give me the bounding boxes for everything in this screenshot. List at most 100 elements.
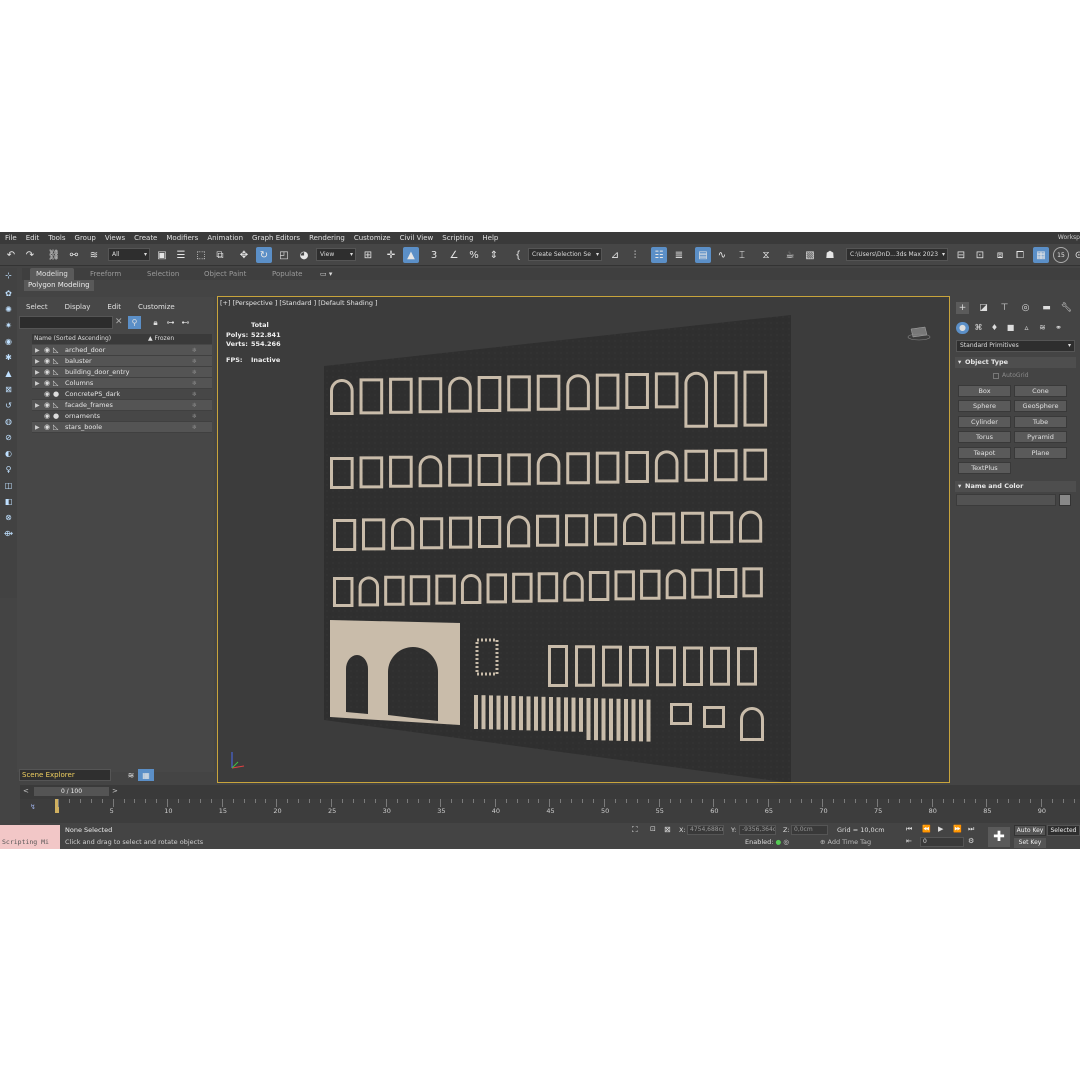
more-tools-icon[interactable]: ⊙: [1071, 247, 1080, 263]
link-icon[interactable]: ⛓: [46, 247, 62, 263]
window-crossing-icon[interactable]: ⧉: [212, 247, 228, 263]
menu-views[interactable]: Views: [104, 234, 133, 242]
fill-tool-icon[interactable]: ◍: [2, 416, 15, 428]
degradation-options-icon[interactable]: ◎: [783, 838, 789, 846]
x-coordinate-field[interactable]: 4754,688cr: [687, 825, 724, 835]
render-production-icon[interactable]: ☗: [822, 247, 838, 263]
list-item[interactable]: ▶ ◉ ◺ building_door_entry ❄: [32, 367, 212, 378]
geometry-icon[interactable]: ●: [956, 322, 969, 334]
fetch-icon[interactable]: ⧠: [1012, 247, 1028, 263]
filter-icon[interactable]: ⚲: [128, 316, 141, 329]
list-item[interactable]: ▶ ◉ ◺ Columns ❄: [32, 378, 212, 389]
lock-icon[interactable]: 🔒︎: [149, 316, 162, 329]
goto-start-icon[interactable]: ⏮: [906, 825, 912, 834]
explorer-menu-edit[interactable]: Edit: [98, 301, 129, 313]
expand-arrow-icon[interactable]: ▶: [35, 378, 40, 389]
teapot-button[interactable]: Teapot: [958, 447, 1011, 459]
plane-button[interactable]: Plane: [1014, 447, 1067, 459]
ribbon-options-icon[interactable]: ▭ ▾: [320, 268, 332, 280]
next-key-icon[interactable]: ⏩: [953, 825, 962, 833]
hierarchy-icon[interactable]: ⊶: [164, 316, 177, 329]
systems-icon[interactable]: ⚭: [1052, 322, 1065, 334]
list-item[interactable]: ▶ ◉ ◺ baluster ❄: [32, 356, 212, 367]
menu-tools[interactable]: Tools: [47, 234, 73, 242]
adaptive-degradation-toggle[interactable]: Enabled: ● ◎: [745, 838, 789, 846]
material-editor-icon[interactable]: ⧖: [758, 247, 774, 263]
explorer-menu-select[interactable]: Select: [17, 301, 56, 313]
layer-stack-icon[interactable]: ≋: [123, 769, 139, 781]
menu-customize[interactable]: Customize: [353, 234, 399, 242]
list-item[interactable]: ◉ ● ornaments ❄: [32, 411, 212, 422]
layers-icon[interactable]: ⊷: [179, 316, 192, 329]
select-by-name-icon[interactable]: ☰: [173, 247, 189, 263]
spacewarps-icon[interactable]: ≋: [1036, 322, 1049, 334]
time-slider[interactable]: < 0 / 100 >: [20, 785, 1080, 799]
align-icon[interactable]: ⫶: [627, 247, 643, 263]
expand-arrow-icon[interactable]: ▶: [35, 367, 40, 378]
selection-lock-icon[interactable]: ⊡: [650, 825, 656, 833]
rendered-frame-window-icon[interactable]: ▧: [802, 247, 818, 263]
menu-group[interactable]: Group: [74, 234, 104, 242]
snap-value-badge[interactable]: 15: [1053, 247, 1069, 263]
spinner-snap-icon[interactable]: ⇕: [486, 247, 502, 263]
expand-arrow-icon[interactable]: ▶: [35, 345, 40, 356]
prev-key-icon[interactable]: ⏪: [922, 825, 931, 833]
modify-tab-icon[interactable]: ◪: [977, 302, 990, 314]
tab-modeling[interactable]: Modeling: [30, 268, 74, 280]
bind-space-warp-icon[interactable]: ≋: [86, 247, 102, 263]
weld-tool-icon[interactable]: ⊘: [2, 432, 15, 444]
isolate-icon[interactable]: ⛶: [632, 825, 638, 835]
layer-explorer-icon[interactable]: ≣: [671, 247, 687, 263]
lights-icon[interactable]: ♦: [988, 322, 1001, 334]
scale-icon[interactable]: ◰: [276, 247, 292, 263]
explorer-menu-display[interactable]: Display: [56, 301, 99, 313]
list-item[interactable]: ◉ ● ConcretePS_dark ❄: [32, 389, 212, 400]
tube-button[interactable]: Tube: [1014, 416, 1067, 428]
object-name-field[interactable]: [956, 494, 1056, 506]
menu-civil-view[interactable]: Civil View: [399, 234, 442, 242]
rect-selection-icon[interactable]: ⬚: [193, 247, 209, 263]
open-file-icon[interactable]: ⊟: [953, 247, 969, 263]
menu-scripting[interactable]: Scripting: [441, 234, 481, 242]
freeze-icon[interactable]: ❄: [192, 367, 197, 378]
y-coordinate-field[interactable]: -9356,364cr: [739, 825, 776, 835]
save-icon[interactable]: ⊡: [972, 247, 988, 263]
viewcube-icon[interactable]: [907, 321, 931, 341]
box-tool-icon[interactable]: ◫: [2, 480, 15, 492]
eye-icon[interactable]: ◉: [44, 400, 50, 411]
menu-rendering[interactable]: Rendering: [308, 234, 353, 242]
menu-animation[interactable]: Animation: [206, 234, 251, 242]
gear-icon[interactable]: ✷: [2, 320, 15, 332]
tube-tool-icon[interactable]: ◉: [2, 336, 15, 348]
scene-explorer-selector[interactable]: Scene Explorer: [19, 769, 111, 781]
current-frame-field[interactable]: 0: [920, 837, 964, 847]
helpers-icon[interactable]: ▵: [1020, 322, 1033, 334]
light-icon[interactable]: ✿: [2, 288, 15, 300]
freeze-icon[interactable]: ❄: [192, 422, 197, 433]
time-config-icon[interactable]: ⚙: [968, 837, 974, 845]
viewport-layout-icon[interactable]: ▦: [1033, 247, 1049, 263]
menu-file[interactable]: File: [4, 234, 25, 242]
menu-graph-editors[interactable]: Graph Editors: [251, 234, 308, 242]
eye-icon[interactable]: ◉: [44, 356, 50, 367]
key-filter-dropdown[interactable]: Selected: [1047, 825, 1080, 836]
expand-arrow-icon[interactable]: ▶: [35, 356, 40, 367]
next-frame-button[interactable]: >: [112, 787, 118, 795]
menu-help[interactable]: Help: [481, 234, 506, 242]
name-and-color-rollout[interactable]: Name and Color: [955, 481, 1076, 492]
time-slider-thumb[interactable]: 0 / 100: [34, 787, 109, 796]
object-type-rollout[interactable]: Object Type: [955, 357, 1076, 368]
snap-3d-icon[interactable]: 3: [426, 247, 442, 263]
eye-icon[interactable]: ◉: [44, 422, 50, 433]
ribbon-toggle-icon[interactable]: ▤: [695, 247, 711, 263]
named-selection-dropdown[interactable]: Create Selection Se: [528, 248, 602, 261]
select-manipulate-icon[interactable]: ✛: [383, 247, 399, 263]
polygon-modeling-panel[interactable]: Polygon Modeling: [24, 280, 94, 291]
rotate-icon[interactable]: ↻: [256, 247, 272, 263]
torus-button[interactable]: Torus: [958, 431, 1011, 443]
render-setup-icon[interactable]: ☕: [782, 247, 798, 263]
expand-arrow-icon[interactable]: ▶: [35, 422, 40, 433]
grid-tool-icon[interactable]: ⊠: [2, 384, 15, 396]
track-bar[interactable]: ↯ 5 10 15 20 25 30 35 40 45 50 55 60 65 70 75 80 85 90: [20, 799, 1080, 823]
keyboard-shortcut-override-icon[interactable]: ▲: [403, 247, 419, 263]
